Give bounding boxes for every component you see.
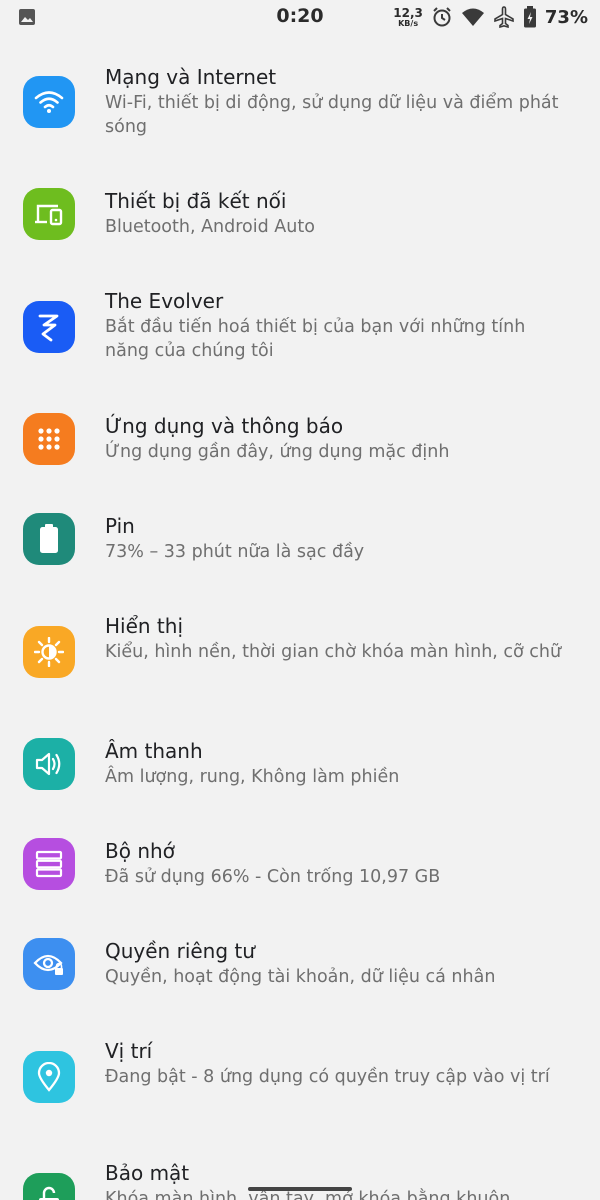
settings-item-subtitle: Kiểu, hình nền, thời gian chờ khóa màn h… xyxy=(105,642,562,662)
status-bar: 0:20 12,3 KB/s 73% xyxy=(0,0,600,34)
location-icon xyxy=(37,1062,61,1092)
network-speed-value: 12,3 xyxy=(393,5,423,20)
settings-icon-badge xyxy=(23,188,75,240)
gesture-nav-handle[interactable] xyxy=(248,1187,352,1191)
settings-item-location[interactable]: Vị trí Đang bật - 8 ứng dụng có quyền tr… xyxy=(0,1025,600,1125)
settings-item-title: Mạng và Internet xyxy=(105,65,277,89)
settings-item-title: Pin xyxy=(105,514,135,538)
settings-item-subtitle: Ứng dụng gần đây, ứng dụng mặc định xyxy=(105,442,450,462)
evolver-icon xyxy=(38,314,59,342)
settings-item-title: Quyền riêng tư xyxy=(105,939,255,963)
settings-item-title: Bộ nhớ xyxy=(105,839,175,863)
settings-item-subtitle: Quyền, hoạt động tài khoản, dữ liệu cá n… xyxy=(105,967,496,987)
settings-item-security[interactable]: Bảo mật Khóa màn hình, vân tay, mở khóa … xyxy=(0,1150,600,1200)
settings-icon-badge xyxy=(23,938,75,990)
wifi-icon xyxy=(461,8,484,26)
settings-item-subtitle: Bắt đầu tiến hoá thiết bị của bạn với nh… xyxy=(105,317,526,361)
settings-item-subtitle: Wi-Fi, thiết bị di động, sử dụng dữ liệu… xyxy=(105,93,559,137)
settings-item-the-evolver[interactable]: The Evolver Bắt đầu tiến hoá thiết bị củ… xyxy=(0,275,600,375)
settings-item-subtitle: Đang bật - 8 ứng dụng có quyền truy cập … xyxy=(105,1067,550,1087)
settings-item-display[interactable]: Hiển thị Kiểu, hình nền, thời gian chờ k… xyxy=(0,600,600,700)
settings-item-title: The Evolver xyxy=(105,289,224,313)
lock-icon xyxy=(39,1186,59,1200)
settings-item-subtitle: 73% – 33 phút nữa là sạc đầy xyxy=(105,542,365,562)
settings-item-connected-devices[interactable]: Thiết bị đã kết nối Bluetooth, Android A… xyxy=(0,175,600,275)
settings-item-subtitle: Âm lượng, rung, Không làm phiền xyxy=(105,767,400,787)
settings-icon-badge xyxy=(23,301,75,353)
settings-icon-badge xyxy=(23,1051,75,1103)
settings-item-battery[interactable]: Pin 73% – 33 phút nữa là sạc đầy xyxy=(0,500,600,600)
settings-item-privacy[interactable]: Quyền riêng tư Quyền, hoạt động tài khoả… xyxy=(0,925,600,1025)
volume-icon xyxy=(35,752,61,776)
settings-item-title: Âm thanh xyxy=(105,739,203,763)
settings-icon-badge xyxy=(23,513,75,565)
settings-item-subtitle: Đã sử dụng 66% - Còn trống 10,97 GB xyxy=(105,867,441,887)
network-speed: 12,3 KB/s xyxy=(393,7,423,28)
apps-grid-icon xyxy=(38,428,60,450)
settings-item-sound[interactable]: Âm thanh Âm lượng, rung, Không làm phiền xyxy=(0,725,600,825)
settings-icon-badge xyxy=(23,1173,75,1200)
settings-item-subtitle: Bluetooth, Android Auto xyxy=(105,217,315,237)
settings-item-title: Ứng dụng và thông báo xyxy=(105,414,344,438)
settings-icon-badge xyxy=(23,626,75,678)
settings-item-title: Vị trí xyxy=(105,1039,153,1063)
settings-icon-badge xyxy=(23,413,75,465)
alarm-icon xyxy=(433,7,451,27)
settings-icon-badge xyxy=(23,838,75,890)
storage-icon xyxy=(35,850,63,878)
battery-icon xyxy=(523,6,536,28)
battery-icon xyxy=(40,524,58,553)
settings-item-storage[interactable]: Bộ nhớ Đã sử dụng 66% - Còn trống 10,97 … xyxy=(0,825,600,925)
wifi-icon xyxy=(34,91,64,113)
settings-icon-badge xyxy=(23,76,75,128)
privacy-eye-icon xyxy=(33,954,63,975)
network-speed-unit: KB/s xyxy=(398,18,419,28)
settings-icon-badge xyxy=(23,738,75,790)
airplane-icon xyxy=(494,6,514,28)
settings-item-title: Bảo mật xyxy=(105,1161,190,1185)
settings-item-title: Hiển thị xyxy=(105,614,184,638)
devices-icon xyxy=(35,204,63,226)
battery-percentage: 73% xyxy=(544,6,588,28)
settings-item-network-internet[interactable]: Mạng và Internet Wi-Fi, thiết bị di động… xyxy=(0,50,600,150)
settings-item-apps-notifications[interactable]: Ứng dụng và thông báo Ứng dụng gần đây, … xyxy=(0,400,600,500)
brightness-icon xyxy=(34,637,64,667)
settings-item-title: Thiết bị đã kết nối xyxy=(105,189,287,213)
